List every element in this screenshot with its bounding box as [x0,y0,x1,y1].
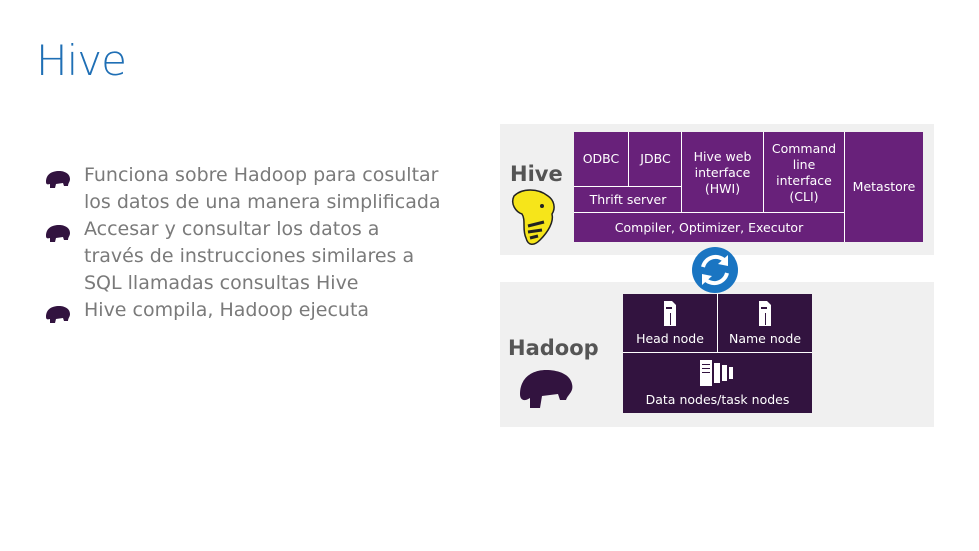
bullet-item: Accesar y consultar los datos a través d… [44,216,444,297]
hadoop-label: Hadoop [508,336,599,360]
compiler-box: Compiler, Optimizer, Executor [574,212,844,242]
odbc-box: ODBC [574,132,628,186]
bullet-item: Hive compila, Hadoop ejecuta [44,297,444,324]
name-node-label: Name node [728,331,802,346]
head-node-box: Head node [623,294,717,352]
server-cluster-icon [699,360,733,386]
hive-logo-icon [511,189,555,245]
bullet-list: Funciona sobre Hadoop para cosultar los … [44,162,444,324]
data-nodes-box: Data nodes/task nodes [623,352,812,413]
slide-title: Hive [36,36,127,85]
hwi-label: Hive web interface (HWI) [693,148,752,196]
head-node-label: Head node [636,331,704,346]
bullet-text: Hive compila, Hadoop ejecuta [84,299,370,321]
cli-label: Command line interface (CLI) [771,140,837,204]
sync-icon [692,247,738,293]
compiler-label: Compiler, Optimizer, Executor [614,219,804,235]
hadoop-elephant-icon [520,370,573,408]
elephant-bullet-icon [46,225,70,242]
hwi-box: Hive web interface (HWI) [681,132,763,213]
jdbc-box: JDBC [628,132,682,186]
cli-box: Command line interface (CLI) [763,132,844,213]
data-nodes-label: Data nodes/task nodes [645,392,790,407]
thrift-label: Thrift server [589,192,667,207]
metastore-box: Metastore [844,132,923,242]
jdbc-label: JDBC [640,151,671,166]
name-node-box: Name node [717,294,812,352]
server-icon [664,301,676,326]
bullet-item: Funciona sobre Hadoop para cosultar los … [44,162,444,216]
bullet-text: Funciona sobre Hadoop para cosultar los … [84,164,441,213]
thrift-server-box: Thrift server [574,186,682,213]
elephant-bullet-icon [46,306,70,323]
bullet-text: Accesar y consultar los datos a través d… [84,218,415,294]
metastore-label: Metastore [852,179,916,194]
odbc-label: ODBC [582,151,620,166]
hive-label: Hive [510,162,563,186]
server-icon [759,301,771,326]
elephant-bullet-icon [46,171,70,188]
